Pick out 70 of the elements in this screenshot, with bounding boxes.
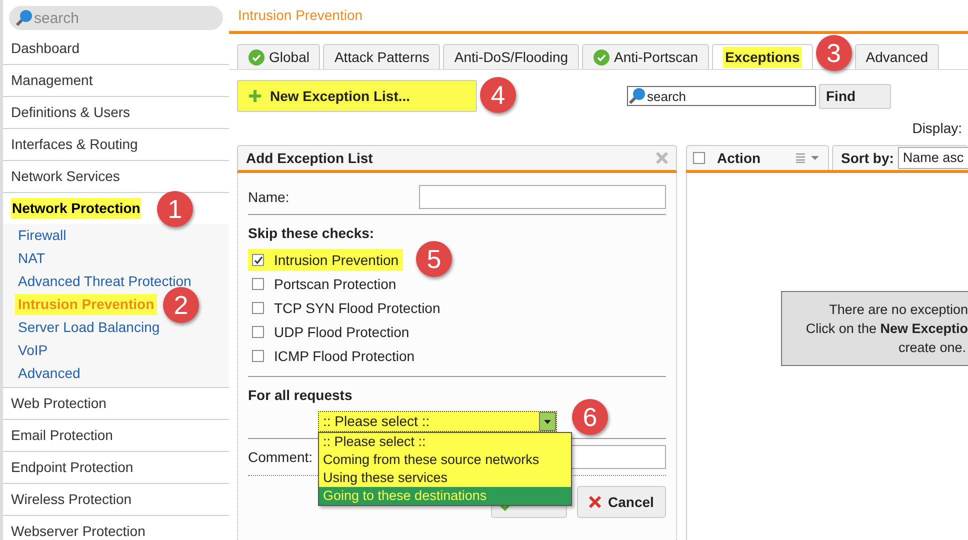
sidebar-subitem[interactable]: Firewall	[15, 225, 70, 246]
tab[interactable]: Advanced	[854, 44, 940, 69]
page-title: Intrusion Prevention	[238, 6, 363, 25]
step-badge: 6	[572, 399, 608, 435]
search-icon	[15, 9, 33, 27]
search-field[interactable]: search	[9, 6, 223, 30]
dropdown-option[interactable]: Coming from these source networks	[319, 451, 571, 469]
checkbox-label: UDP Flood Protection	[274, 322, 410, 342]
sidebar-item[interactable]: Management	[11, 70, 93, 91]
sidebar-subitem[interactable]: Advanced	[15, 363, 84, 384]
sidebar-item[interactable]: Interfaces & Routing	[11, 134, 138, 155]
step-badge: 1	[157, 191, 193, 227]
sidebar-item[interactable]: Network Services	[11, 166, 120, 187]
sidebar-subitem[interactable]: VoIP	[15, 340, 51, 361]
empty-message-line: There are no exception	[829, 301, 968, 319]
search-field[interactable]: search	[627, 86, 816, 106]
sidebar-item[interactable]: Dashboard	[11, 38, 80, 59]
sidebar-item[interactable]: Wireless Protection	[11, 489, 132, 510]
tab[interactable]: Attack Patterns	[323, 44, 440, 69]
sidebar-item[interactable]: Webserver Protection	[11, 521, 146, 540]
sidebar-subitem[interactable]: NAT	[15, 248, 48, 269]
check-icon	[593, 48, 610, 66]
sidebar-item[interactable]: Network Protection	[11, 198, 142, 219]
checkbox-label: ICMP Flood Protection	[274, 346, 415, 366]
checkbox[interactable]	[252, 278, 264, 290]
empty-message-line: create one.	[898, 339, 967, 357]
checkbox[interactable]	[693, 152, 705, 164]
checkbox-label: Intrusion Prevention	[274, 250, 399, 270]
section-heading: Skip these checks:	[248, 224, 376, 243]
sort-label: Sort by:	[841, 148, 894, 168]
check-icon	[248, 48, 265, 66]
search-icon	[628, 86, 646, 104]
dropdown-icon[interactable]	[539, 412, 556, 431]
checkbox[interactable]	[252, 326, 264, 338]
close-icon	[588, 495, 602, 509]
name-field[interactable]	[419, 185, 666, 209]
sort-select[interactable]: Name asc	[898, 147, 968, 169]
sidebar-subitem[interactable]: Server Load Balancing	[15, 317, 163, 338]
step-badge: 3	[816, 35, 852, 71]
find-button[interactable]: Find	[819, 84, 891, 108]
step-badge: 2	[163, 287, 199, 323]
display-label: Display:	[912, 119, 962, 138]
checkbox[interactable]	[252, 350, 264, 362]
sidebar-item[interactable]: Endpoint Protection	[11, 457, 134, 478]
sidebar-item[interactable]: Email Protection	[11, 425, 113, 446]
dropdown-option[interactable]: :: Please select ::	[319, 433, 571, 451]
list-icon[interactable]	[796, 153, 822, 163]
tab[interactable]: Exceptions	[712, 44, 813, 69]
field-label: Name:	[248, 188, 290, 206]
select-field[interactable]: :: Please select ::	[318, 411, 557, 432]
empty-message-line: Click on the New Exceptio	[806, 320, 968, 338]
dropdown-option[interactable]: Using these services	[319, 469, 571, 487]
tab[interactable]: Anti-Portscan	[582, 44, 710, 69]
section-heading: For all requests	[248, 387, 352, 403]
checkbox[interactable]	[252, 302, 264, 314]
tab[interactable]: Anti-DoS/Flooding	[443, 44, 580, 69]
sidebar-item[interactable]: Web Protection	[11, 393, 106, 414]
checkbox[interactable]	[252, 254, 264, 266]
step-badge: 5	[416, 241, 452, 277]
checkbox-label: Portscan Protection	[274, 274, 396, 294]
field-label: Comment:	[248, 448, 313, 466]
cancel-button[interactable]: Cancel	[577, 486, 666, 518]
panel-title: Add Exception List	[246, 148, 373, 168]
sidebar-item[interactable]: Definitions & Users	[11, 102, 130, 123]
tab[interactable]: Global	[237, 44, 320, 69]
checkbox-label: TCP SYN Flood Protection	[274, 298, 440, 318]
plus-icon	[248, 89, 262, 103]
new-exception-list-button[interactable]: New Exception List...	[237, 80, 477, 112]
close-icon[interactable]	[656, 152, 668, 164]
step-badge: 4	[480, 77, 516, 113]
